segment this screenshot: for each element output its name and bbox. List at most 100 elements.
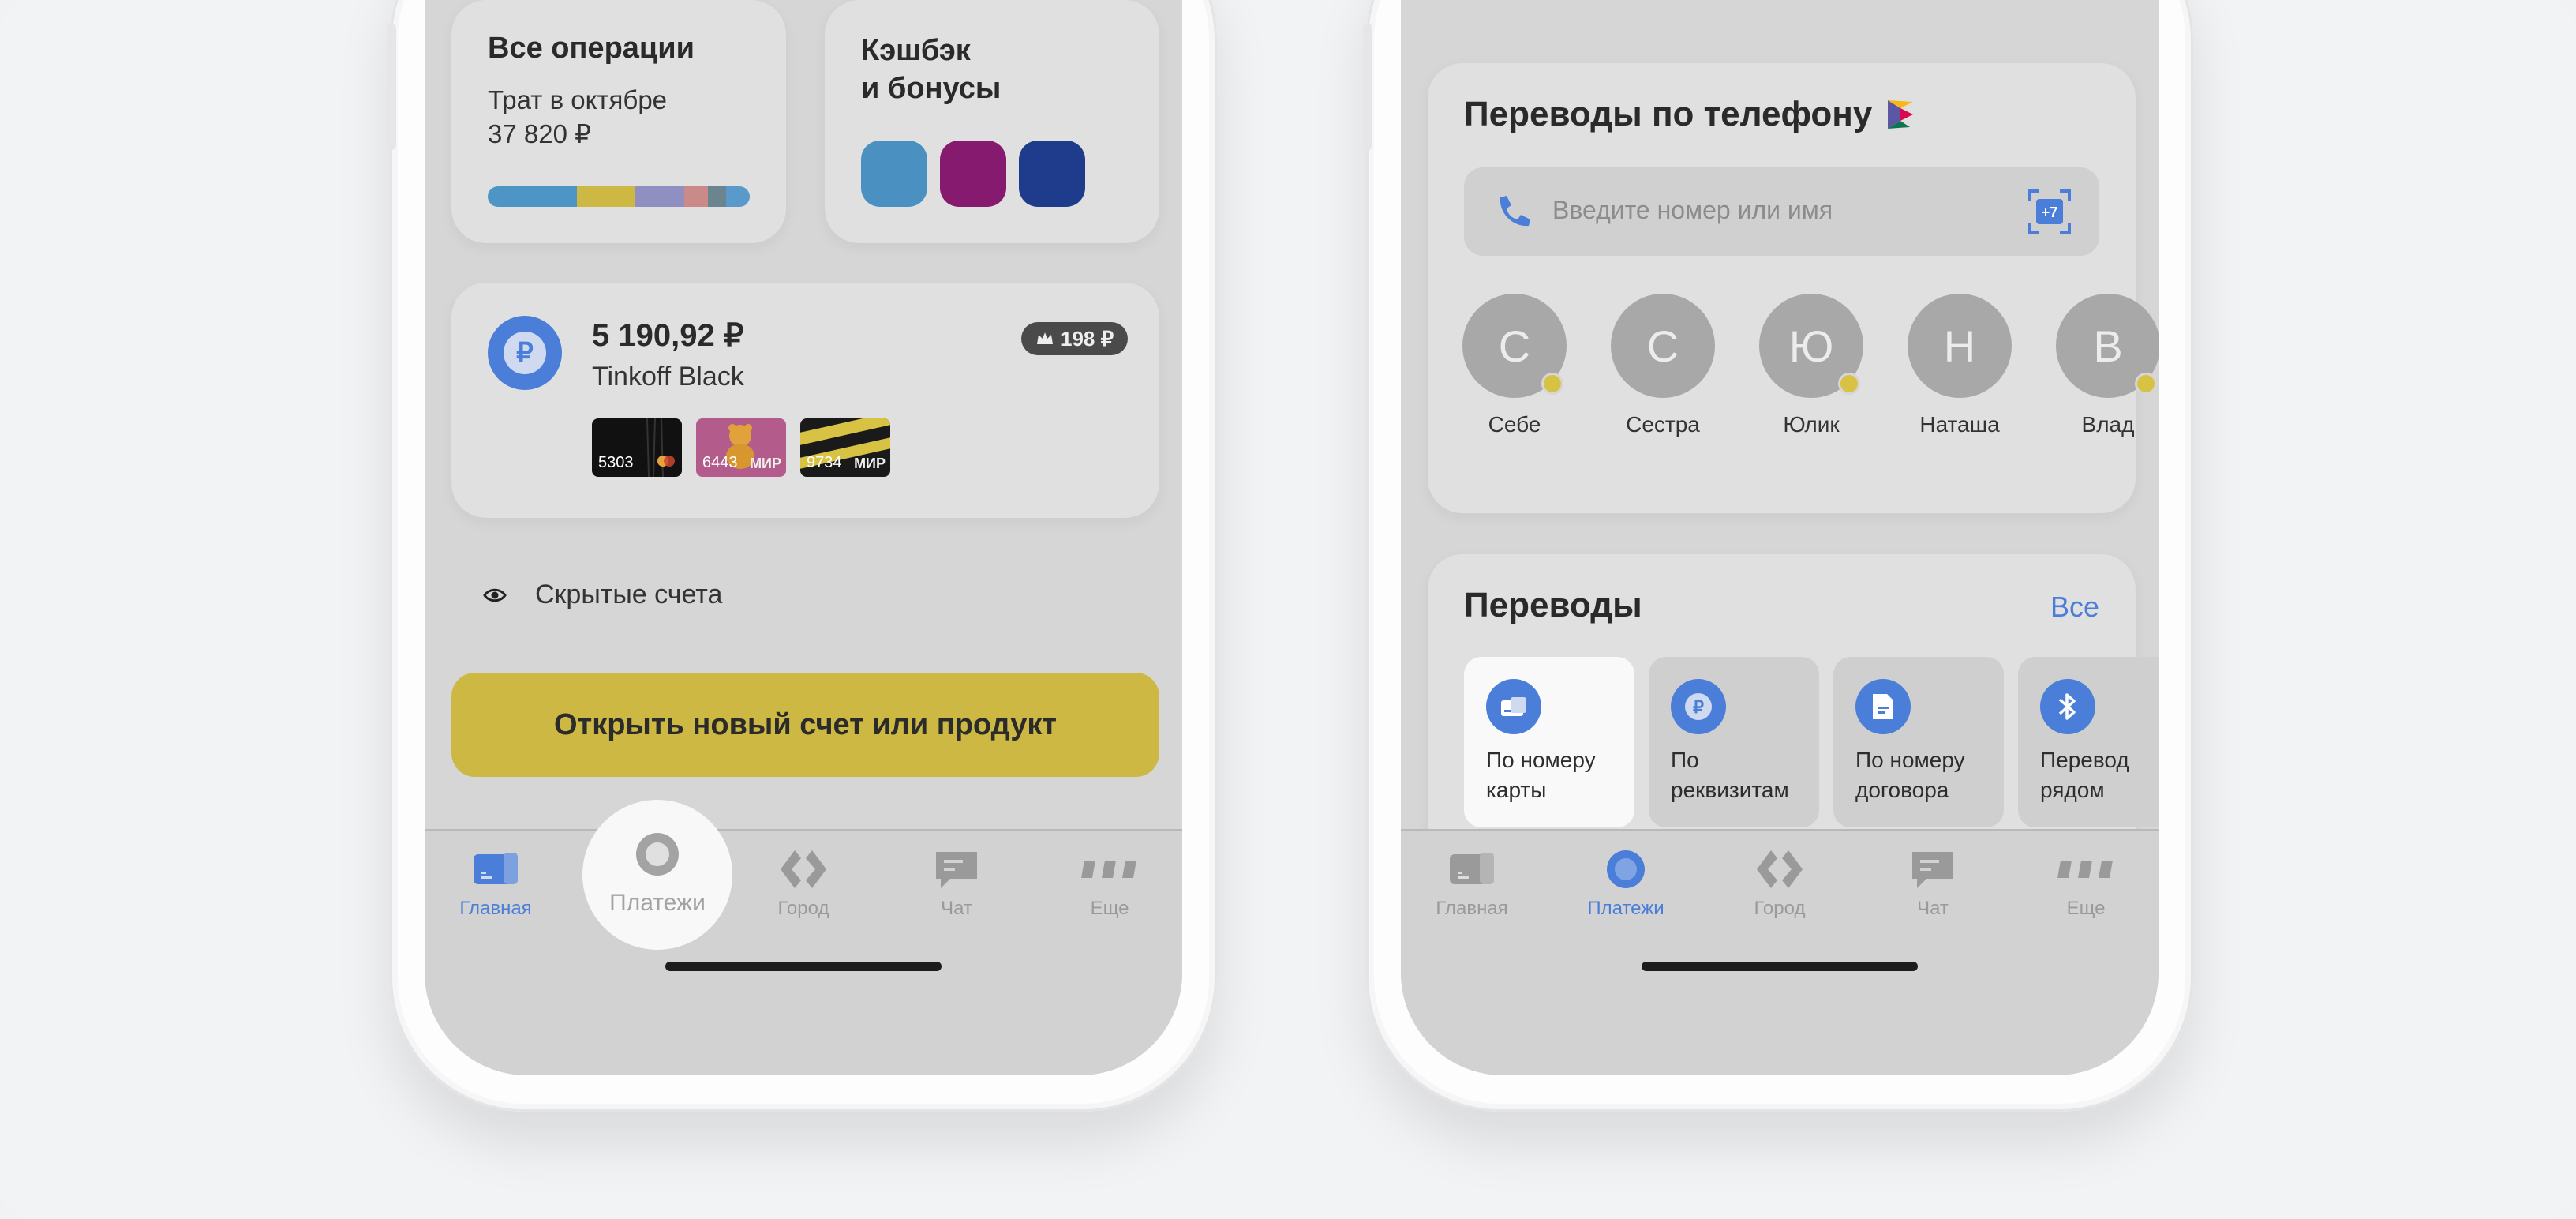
tab-label: Главная: [1436, 898, 1508, 919]
account-name: Tinkoff Black: [592, 362, 744, 392]
cashback-title: Кэшбэк и бонусы: [861, 32, 1001, 107]
tab-payments-highlight[interactable]: Платежи: [582, 800, 732, 950]
chat-bubble-icon: [893, 847, 1020, 891]
cashback-category-icon[interactable]: [940, 141, 1006, 207]
tab-more[interactable]: Еще: [1046, 847, 1173, 920]
contact-initial: Н: [1943, 321, 1976, 371]
phone-transfers-header: Переводы по телефону: [1464, 95, 1916, 134]
contact-name: Влад: [2081, 412, 2135, 437]
contact-avatar: Ю: [1759, 294, 1863, 398]
account-card[interactable]: ₽ 5 190,92 ₽ Tinkoff Black 198 ₽ 5303 64…: [451, 283, 1159, 518]
ruble-account-icon: ₽: [488, 316, 562, 390]
tab-label: Еще: [2066, 898, 2106, 919]
card-thumbnail[interactable]: 9734 МИР: [800, 418, 890, 477]
tab-chat[interactable]: Чат: [893, 847, 1020, 920]
cashback-badge[interactable]: 198 ₽: [1021, 322, 1129, 355]
tab-label: Чат: [1917, 898, 1949, 919]
transfer-nearby-tile[interactable]: Перевод рядом: [2018, 657, 2159, 827]
tile-label: Перевод рядом: [2040, 748, 2129, 802]
side-button: [387, 24, 396, 150]
transfers-all-link[interactable]: Все: [2050, 591, 2099, 624]
contact-item[interactable]: С Себе: [1459, 294, 1570, 437]
all-operations-card[interactable]: Все операции Трат в октябре 37 820 ₽: [451, 0, 786, 243]
eye-icon: [483, 588, 507, 602]
account-balance: 5 190,92 ₽: [592, 318, 744, 353]
contact-avatar: В: [2056, 294, 2159, 398]
more-dots-icon: [2023, 847, 2149, 891]
tab-city[interactable]: Город: [1717, 847, 1843, 920]
tab-city[interactable]: Город: [740, 847, 867, 920]
spending-bar: [488, 186, 750, 207]
document-icon: [1855, 679, 1911, 734]
phone-transfers-title: Переводы по телефону: [1464, 95, 1873, 133]
svg-text:₽: ₽: [1693, 697, 1704, 717]
contact-status-dot: [1838, 373, 1860, 395]
tab-bar: Главная Платежи Город Чат Еще: [1401, 829, 2159, 1075]
spending-segment: [634, 186, 684, 207]
city-diamond-icon: [740, 847, 867, 891]
open-new-product-button[interactable]: Открыть новый счет или продукт: [451, 673, 1159, 777]
phone-search-placeholder: Введите номер или имя: [1552, 196, 1833, 224]
payments-circle-icon: [582, 800, 732, 879]
card-number: 6443: [702, 454, 738, 471]
cashback-card[interactable]: Кэшбэк и бонусы: [825, 0, 1159, 243]
contact-name: Юлик: [1783, 412, 1840, 437]
contact-item[interactable]: С Сестра: [1608, 294, 1718, 437]
tab-home[interactable]: Главная: [432, 847, 559, 920]
more-dots-icon: [1046, 847, 1173, 891]
cashback-title-line1: Кэшбэк: [861, 34, 971, 67]
contact-scan-icon[interactable]: +7: [2028, 189, 2071, 234]
transfer-by-contract-tile[interactable]: По номеру договора: [1833, 657, 2004, 827]
transfer-by-requisites-tile[interactable]: ₽ По реквизитам: [1649, 657, 1819, 827]
mastercard-logo-icon: [655, 454, 677, 472]
mir-logo: МИР: [750, 456, 781, 471]
tab-label: Чат: [941, 898, 972, 919]
ruble-symbol: ₽: [504, 332, 546, 374]
tab-chat[interactable]: Чат: [1870, 847, 1996, 920]
card-thumbnail[interactable]: 5303: [592, 418, 682, 477]
badge-value: 198 ₽: [1061, 326, 1114, 351]
tab-label: Город: [1754, 898, 1806, 919]
hidden-accounts-row[interactable]: Скрытые счета: [483, 579, 722, 610]
contact-initial: С: [1498, 321, 1531, 371]
contact-item[interactable]: Ю Юлик: [1756, 294, 1866, 437]
cashback-category-icon[interactable]: [1019, 141, 1085, 207]
tab-label: Город: [777, 898, 829, 919]
tab-label: Платежи: [1587, 898, 1664, 919]
contact-item[interactable]: В Влад: [2053, 294, 2159, 437]
hidden-accounts-label: Скрытые счета: [535, 579, 723, 610]
contact-avatar: Н: [1908, 294, 2012, 398]
tab-more[interactable]: Еще: [2023, 847, 2149, 920]
city-diamond-icon: [1717, 847, 1843, 891]
card-number: 5303: [598, 454, 634, 471]
cashback-category-icon[interactable]: [861, 141, 927, 207]
tab-label: Платежи: [609, 890, 706, 916]
transfer-by-card-tile[interactable]: По номеру карты: [1464, 657, 1634, 827]
tile-label: По номеру договора: [1855, 748, 1965, 802]
spending-segment: [683, 186, 708, 207]
contact-name: Сестра: [1626, 412, 1700, 437]
tab-label: Еще: [1090, 898, 1129, 919]
chat-bubble-icon: [1870, 847, 1996, 891]
home-indicator: [665, 962, 942, 971]
home-card-icon: [1409, 847, 1535, 891]
transfers-title: Переводы: [1464, 586, 1642, 625]
card-icon: [1486, 679, 1541, 734]
phone-search-input[interactable]: Введите номер или имя +7: [1464, 167, 2099, 256]
spending-segment: [707, 186, 727, 207]
crown-icon: [1037, 332, 1053, 344]
transfers-card: Переводы Все По номеру карты ₽ По реквиз…: [1428, 554, 2159, 862]
contact-avatar: С: [1611, 294, 1715, 398]
tab-home[interactable]: Главная: [1409, 847, 1535, 920]
contact-status-dot: [1541, 373, 1563, 395]
tab-payments[interactable]: Платежи: [1563, 847, 1689, 920]
contact-initial: В: [2093, 321, 2123, 371]
contact-item[interactable]: Н Наташа: [1904, 294, 2015, 437]
bluetooth-icon: [2040, 679, 2095, 734]
mir-logo: МИР: [854, 456, 886, 471]
contact-name: Себе: [1488, 412, 1541, 437]
phone-right: Переводы по телефону Введите номер или и…: [1363, 0, 2193, 1112]
spending-segment: [726, 186, 750, 207]
card-thumbnail[interactable]: 6443 МИР: [696, 418, 786, 477]
screen-payments: Переводы по телефону Введите номер или и…: [1401, 0, 2159, 1075]
